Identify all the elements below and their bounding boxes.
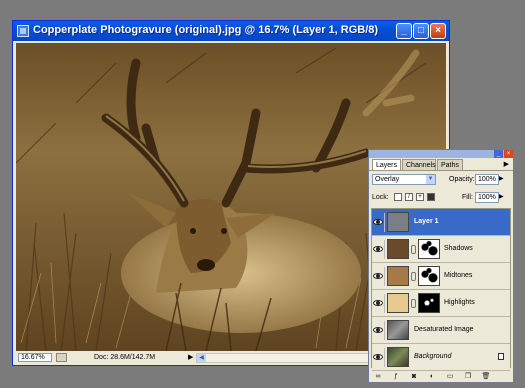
layers-list: Layer 1 Shadows Midtones Highlights Desa… — [371, 208, 511, 371]
layer-row-layer-1[interactable]: Layer 1 — [372, 209, 510, 236]
brush-slot — [384, 294, 386, 313]
layer-name[interactable]: Background — [414, 352, 451, 362]
brush-slot — [384, 348, 386, 367]
tab-channels[interactable]: Channels — [402, 159, 436, 170]
adjustment-layer-icon[interactable]: ◐ — [427, 372, 437, 381]
palette-close-button[interactable]: × — [504, 150, 513, 158]
layer-thumbnail — [387, 266, 409, 286]
eye-icon[interactable] — [373, 299, 383, 307]
new-layer-icon[interactable]: ❐ — [463, 372, 473, 381]
fill-value: 100% — [478, 194, 496, 201]
brush-slot — [384, 213, 386, 232]
opacity-arrow-icon[interactable]: ▶ — [499, 174, 507, 185]
lock-label: Lock: — [372, 194, 389, 201]
lock-transparency-icon[interactable] — [394, 193, 402, 201]
fill-field[interactable]: 100% ▶ — [475, 192, 504, 203]
palette-minimize-button[interactable]: _ — [494, 150, 503, 158]
layer-style-icon[interactable]: ƒ — [391, 372, 401, 381]
eye-icon[interactable] — [373, 218, 383, 226]
layer-thumbnail — [387, 320, 409, 340]
eye-icon[interactable] — [373, 272, 383, 280]
layer-thumbnail — [387, 239, 409, 259]
fill-label: Fill: — [462, 194, 473, 201]
new-group-icon[interactable]: ▭ — [445, 372, 455, 381]
minimize-button[interactable]: _ — [396, 23, 412, 39]
link-icon[interactable] — [411, 245, 416, 254]
layer-name[interactable]: Highlights — [444, 298, 475, 308]
doc-size-info: Doc: 28.6M/142.7M — [94, 354, 156, 361]
layer-row-desaturated-image[interactable]: Desaturated Image — [372, 317, 510, 344]
layer-row-shadows[interactable]: Shadows — [372, 236, 510, 263]
opacity-label: Opacity: — [449, 176, 475, 183]
title-bar[interactable]: Copperplate Photogravure (original).jpg … — [13, 21, 449, 41]
trash-icon[interactable]: 🗑 — [481, 372, 491, 381]
zoom-field[interactable]: 16.67% — [18, 353, 52, 362]
layer-name[interactable]: Midtones — [444, 271, 472, 281]
tab-paths[interactable]: Paths — [437, 159, 463, 170]
link-icon[interactable] — [411, 299, 416, 308]
scroll-left-icon[interactable]: ◀ — [197, 354, 206, 362]
palette-bottom-bar: ∞ ƒ ◙ ◐ ▭ ❐ 🗑 — [369, 371, 513, 382]
layers-palette: _ × Layers Channels Paths ▶ Overlay ▼ Op… — [368, 149, 514, 383]
brush-slot — [384, 240, 386, 259]
layer-thumbnail — [387, 212, 409, 232]
layer-mask-thumbnail[interactable] — [418, 266, 440, 286]
brush-slot — [384, 267, 386, 286]
layer-name[interactable]: Desaturated Image — [414, 325, 474, 335]
eye-icon[interactable] — [373, 353, 383, 361]
brush-slot — [384, 321, 386, 340]
layer-row-highlights[interactable]: Highlights — [372, 290, 510, 317]
layer-name[interactable]: Layer 1 — [414, 217, 439, 227]
link-icon[interactable] — [411, 272, 416, 281]
layer-thumbnail — [387, 347, 409, 367]
layer-row-background[interactable]: Background — [372, 344, 510, 371]
fill-arrow-icon[interactable]: ▶ — [499, 192, 507, 203]
lock-all-icon[interactable] — [427, 193, 435, 201]
window-title: Copperplate Photogravure (original).jpg … — [33, 24, 379, 36]
close-button[interactable]: × — [430, 23, 446, 39]
layer-mask-thumbnail[interactable] — [418, 293, 440, 313]
status-icon[interactable] — [56, 353, 67, 362]
lock-row: Lock: / + Fill: 100% ▶ — [372, 192, 510, 204]
opacity-field[interactable]: 100% ▶ — [475, 174, 504, 185]
lock-move-icon[interactable]: + — [416, 193, 424, 201]
palette-tabs: Layers Channels Paths — [369, 159, 513, 171]
eye-icon[interactable] — [373, 326, 383, 334]
layer-row-midtones[interactable]: Midtones — [372, 263, 510, 290]
eye-icon[interactable] — [373, 245, 383, 253]
layer-thumbnail — [387, 293, 409, 313]
status-menu-arrow-icon[interactable]: ▶ — [188, 353, 193, 362]
blend-row: Overlay ▼ Opacity: 100% ▶ — [372, 174, 510, 186]
blend-mode-value: Overlay — [375, 176, 400, 183]
tab-layers[interactable]: Layers — [372, 159, 401, 170]
chevron-down-icon: ▼ — [426, 175, 435, 184]
maximize-button[interactable]: □ — [413, 23, 429, 39]
photoshop-document-icon — [17, 25, 29, 37]
link-layers-icon[interactable]: ∞ — [373, 372, 383, 381]
lock-icon — [498, 353, 504, 360]
palette-title-bar[interactable]: _ × — [369, 150, 513, 158]
opacity-value: 100% — [478, 176, 496, 183]
add-mask-icon[interactable]: ◙ — [409, 372, 419, 381]
palette-menu-arrow-icon[interactable]: ▶ — [504, 160, 509, 168]
layer-mask-thumbnail[interactable] — [418, 239, 440, 259]
layer-name[interactable]: Shadows — [444, 244, 473, 254]
blend-mode-select[interactable]: Overlay ▼ — [372, 174, 436, 185]
lock-brush-icon[interactable]: / — [405, 193, 413, 201]
